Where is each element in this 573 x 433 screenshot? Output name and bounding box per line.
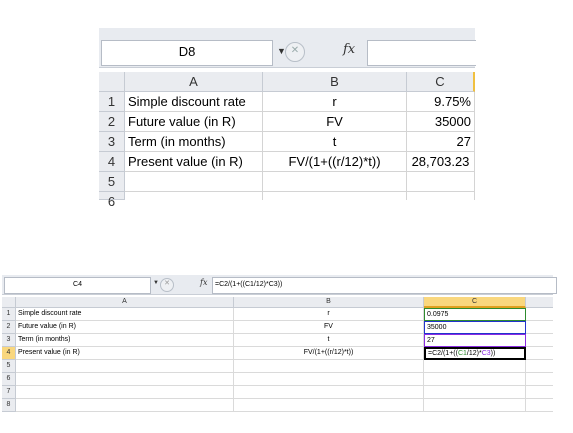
cell-a1[interactable]: Simple discount rate [125,92,263,112]
formula-toolbar: C4 ▼ ✕ fx =C2/(1+((C1/12)*C3)) [2,275,557,295]
cell-b3[interactable]: t [263,132,407,152]
row-header-6[interactable]: 6 [2,373,16,386]
cell-b8[interactable] [234,399,424,412]
cell-b2[interactable]: FV [263,112,407,132]
cell-c1[interactable]: 9.75% [407,92,475,112]
cell-b1[interactable]: r [234,308,424,321]
cell-d3[interactable] [526,334,553,347]
column-header-a[interactable]: A [16,297,234,308]
cell-c6[interactable] [424,373,526,386]
row-header-7[interactable]: 7 [2,386,16,399]
formula-bar[interactable] [367,40,476,66]
cell-a1[interactable]: Simple discount rate [16,308,234,321]
cell-a2[interactable]: Future value (in R) [125,112,263,132]
row-header-1[interactable]: 1 [2,308,16,321]
row-header-2[interactable]: 2 [99,112,125,132]
formula-part: =C2/(1+(( [428,350,458,357]
cell-b5[interactable] [234,360,424,373]
row-header-4[interactable]: 4 [2,347,16,360]
bottom-spreadsheet: C4 ▼ ✕ fx =C2/(1+((C1/12)*C3)) A B C 1 2… [2,275,557,423]
column-header-d[interactable] [526,297,553,308]
cell-a6[interactable] [125,192,263,200]
cell-c2[interactable]: 35000 [407,112,475,132]
cell-c8[interactable] [424,399,526,412]
column-header-b[interactable]: B [234,297,424,308]
cell-d5[interactable] [526,360,553,373]
cell-d6[interactable] [526,373,553,386]
column-header-a[interactable]: A [125,72,263,92]
row-header-5[interactable]: 5 [2,360,16,373]
cell-c4-active[interactable]: =C2/(1+((C1/12)*C3)) [424,347,526,360]
insert-function-icon[interactable]: fx [343,42,355,57]
chevron-down-icon[interactable]: ▼ [153,280,159,286]
top-spreadsheet: D8 ▼ ✕ fx A B C 1 2 3 4 5 6 Simple disco… [99,18,476,209]
insert-function-icon[interactable]: fx [200,278,207,287]
formula-part: )) [490,350,496,357]
cell-b6[interactable] [234,373,424,386]
formula-bar[interactable]: =C2/(1+((C1/12)*C3)) [212,277,557,294]
cell-a3[interactable]: Term (in months) [125,132,263,152]
cell-a6[interactable] [16,373,234,386]
row-header-3[interactable]: 3 [99,132,125,152]
cell-d1[interactable] [526,308,553,321]
cell-c4[interactable]: 28,703.23 [407,152,475,172]
cell-c3[interactable]: 27 [407,132,475,152]
select-all-corner[interactable] [2,297,16,308]
row-header-8[interactable]: 8 [2,399,16,412]
cell-a5[interactable] [16,360,234,373]
cell-b4[interactable]: FV/(1+((r/12)*t)) [234,347,424,360]
cell-c5[interactable] [407,172,475,192]
name-box[interactable]: C4 [4,277,151,294]
cell-c5[interactable] [424,360,526,373]
row-header-6[interactable]: 6 [99,192,125,209]
cell-b1[interactable]: r [263,92,407,112]
cell-a8[interactable] [16,399,234,412]
cell-c1[interactable]: 0.0975 [424,308,526,321]
row-header-4[interactable]: 4 [99,152,125,172]
row-header-5[interactable]: 5 [99,172,125,192]
cell-a4[interactable]: Present value (in R) [16,347,234,360]
column-header-b[interactable]: B [263,72,407,92]
row-header-3[interactable]: 3 [2,334,16,347]
row-header-1[interactable]: 1 [99,92,125,112]
cell-a4[interactable]: Present value (in R) [125,152,263,172]
formula-toolbar: D8 ▼ ✕ fx [99,28,476,68]
cell-a5[interactable] [125,172,263,192]
cell-c2[interactable]: 35000 [424,321,526,334]
cancel-formula-icon[interactable]: ✕ [160,278,174,292]
cell-a3[interactable]: Term (in months) [16,334,234,347]
row-header-2[interactable]: 2 [2,321,16,334]
cancel-formula-icon[interactable]: ✕ [285,42,305,62]
cell-b3[interactable]: t [234,334,424,347]
formula-part: /12)* [466,350,482,357]
cell-d8[interactable] [526,399,553,412]
cell-b5[interactable] [263,172,407,192]
cell-b6[interactable] [263,192,407,200]
cell-d4[interactable] [526,347,553,360]
cell-b2[interactable]: FV [234,321,424,334]
column-header-c[interactable]: C [424,297,526,308]
cell-c6[interactable] [407,192,475,200]
name-box[interactable]: D8 [101,40,273,66]
formula-ref-c1: C1 [457,350,467,357]
cell-c7[interactable] [424,386,526,399]
cell-d2[interactable] [526,321,553,334]
formula-ref-c3: C3 [481,350,491,357]
cell-a7[interactable] [16,386,234,399]
cell-c3[interactable]: 27 [424,334,526,347]
cell-d7[interactable] [526,386,553,399]
cell-b4[interactable]: FV/(1+((r/12)*t)) [263,152,407,172]
column-header-c[interactable]: C [407,72,475,92]
select-all-corner[interactable] [99,72,125,92]
cell-a2[interactable]: Future value (in R) [16,321,234,334]
cell-b7[interactable] [234,386,424,399]
